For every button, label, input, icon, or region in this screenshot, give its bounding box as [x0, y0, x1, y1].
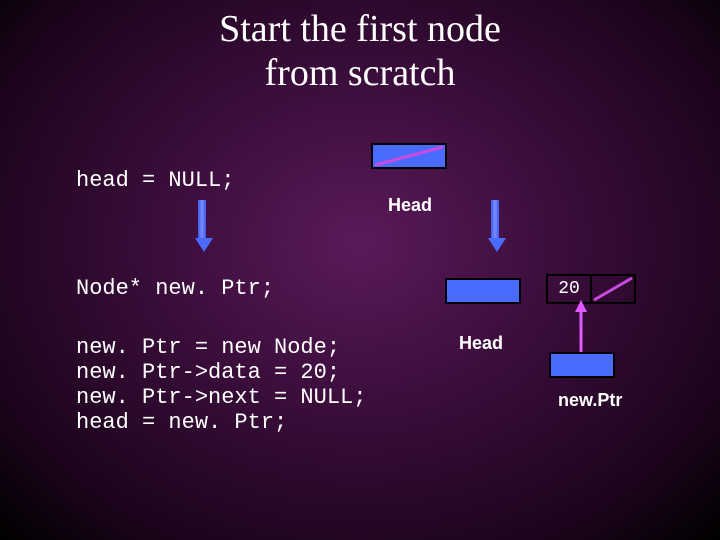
- newptr-label: new.Ptr: [558, 390, 622, 411]
- newptr-box: [549, 352, 615, 378]
- head-label-2: Head: [459, 333, 503, 354]
- title-line2: from scratch: [265, 52, 456, 94]
- arrow-down-left: [195, 200, 209, 252]
- node-next-cell: [590, 274, 636, 304]
- code-head-null: head = NULL;: [76, 168, 234, 193]
- node-value: 20: [558, 279, 580, 299]
- title-line1: Start the first node: [219, 8, 501, 50]
- head-box-2: [445, 278, 521, 304]
- arrow-up-icon: [573, 300, 589, 354]
- head-box-null: [371, 143, 447, 169]
- code-build-node: new. Ptr = new Node; new. Ptr->data = 20…: [76, 335, 366, 435]
- arrow-down-right: [488, 200, 502, 252]
- slide-title: Start the first node from scratch: [0, 8, 720, 95]
- head-label-1: Head: [388, 195, 432, 216]
- code-node-ptr-decl: Node* new. Ptr;: [76, 276, 274, 301]
